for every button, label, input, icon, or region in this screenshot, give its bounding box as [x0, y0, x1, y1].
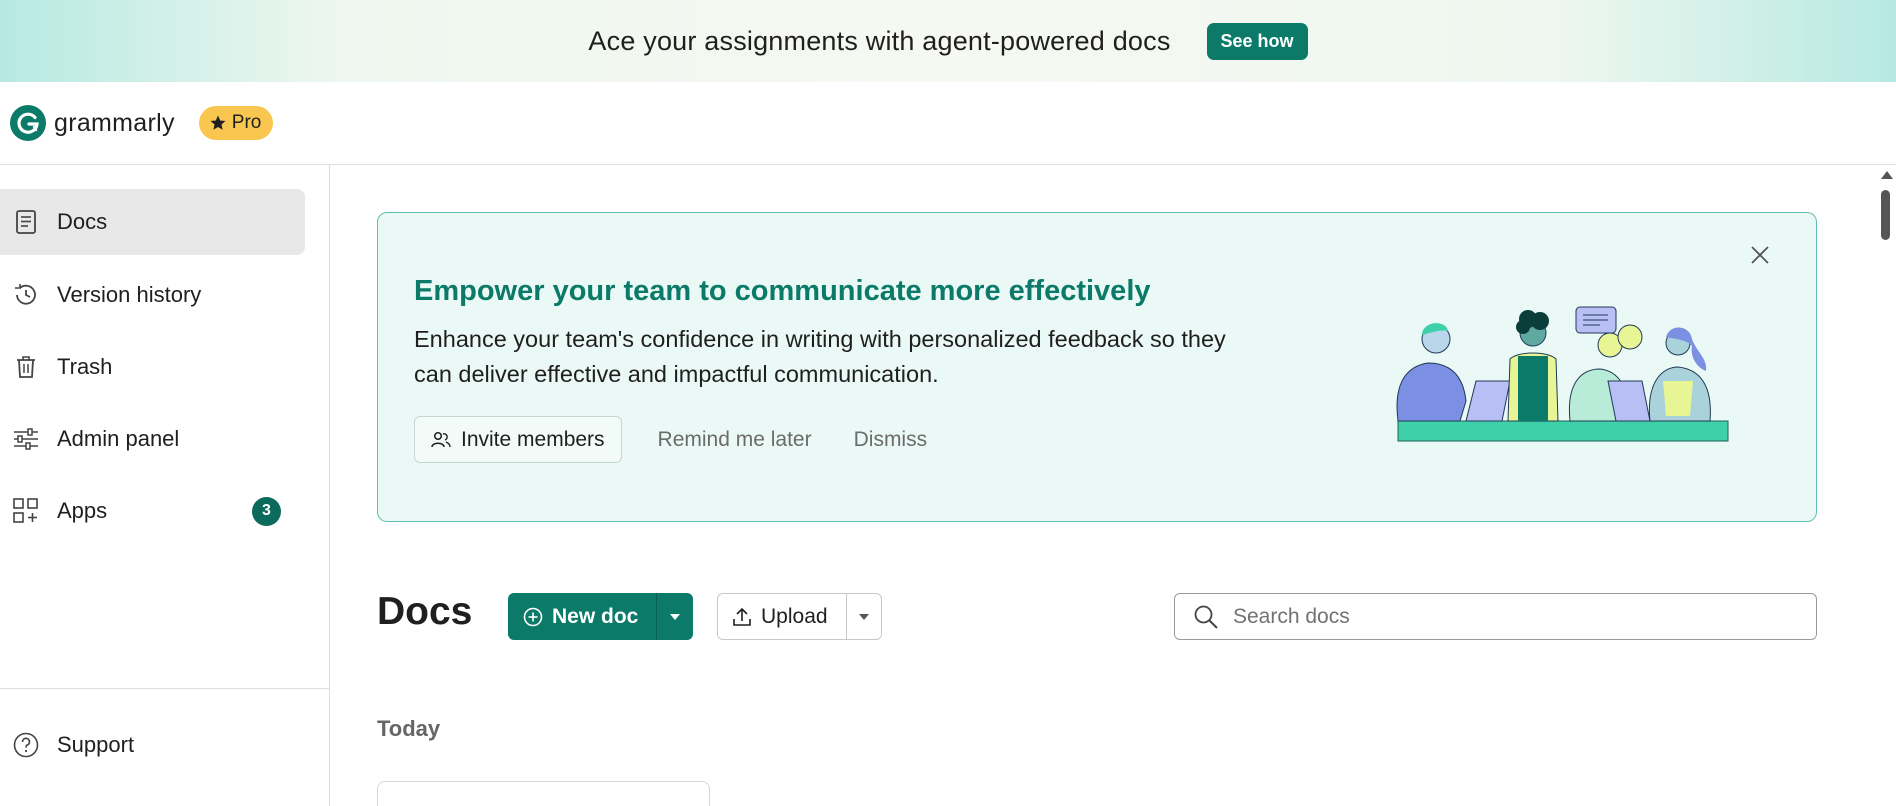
- sidebar-item-support[interactable]: Support: [0, 712, 305, 778]
- history-icon: [13, 282, 39, 308]
- sliders-icon: [13, 426, 39, 452]
- sidebar-item-admin-panel[interactable]: Admin panel: [0, 406, 305, 472]
- invite-members-label: Invite members: [461, 427, 605, 451]
- pro-badge[interactable]: Pro: [198, 106, 274, 140]
- sidebar-item-label: Trash: [57, 354, 113, 379]
- grammarly-logo[interactable]: grammarly: [10, 105, 175, 141]
- sidebar-divider: [0, 688, 330, 689]
- promo-description: Enhance your team's confidence in writin…: [414, 326, 1226, 387]
- document-icon: [13, 209, 39, 235]
- app-header: grammarly Pro: [0, 82, 1896, 165]
- search-icon: [1194, 605, 1218, 629]
- banner-message: Ace your assignments with agent-powered …: [588, 25, 1171, 56]
- invite-members-button[interactable]: Invite members: [414, 416, 622, 463]
- new-doc-dropdown-button[interactable]: [657, 593, 693, 640]
- promo-title: Empower your team to communicate more ef…: [414, 275, 1151, 307]
- remind-later-button[interactable]: Remind me later: [652, 428, 818, 452]
- people-icon: [431, 431, 451, 447]
- main-content: Empower your team to communicate more ef…: [331, 165, 1876, 806]
- team-promo-card: Empower your team to communicate more ef…: [377, 212, 1817, 522]
- upload-button[interactable]: Upload: [718, 594, 848, 639]
- upload-split-button: Upload: [717, 593, 882, 640]
- doc-card[interactable]: [377, 781, 710, 806]
- promo-banner: Ace your assignments with agent-powered …: [0, 0, 1896, 82]
- brand-name: grammarly: [54, 108, 175, 137]
- sidebar-item-label: Support: [57, 732, 135, 757]
- apps-count-badge: 3: [252, 496, 281, 526]
- trash-icon: [13, 354, 39, 380]
- sidebar-item-trash[interactable]: Trash: [0, 334, 305, 400]
- sidebar-item-label: Apps: [57, 498, 108, 523]
- page-title: Docs: [377, 590, 473, 633]
- grammarly-logo-icon: [10, 105, 46, 141]
- upload-icon: [733, 607, 751, 626]
- sidebar-item-version-history[interactable]: Version history: [0, 262, 305, 328]
- search-box: [1174, 593, 1817, 640]
- search-input[interactable]: [1233, 604, 1793, 629]
- help-icon: [13, 732, 39, 758]
- sidebar-item-docs[interactable]: Docs: [0, 189, 305, 255]
- apps-icon: [13, 498, 39, 524]
- scrollbar-thumb[interactable]: [1881, 190, 1890, 240]
- new-doc-label: New doc: [552, 604, 639, 628]
- star-icon: [210, 115, 226, 130]
- upload-label: Upload: [761, 604, 828, 628]
- scrollbar[interactable]: [1876, 165, 1896, 806]
- section-heading-today: Today: [377, 716, 441, 741]
- sidebar-item-label: Version history: [57, 282, 202, 307]
- scroll-up-arrow-icon[interactable]: [1881, 171, 1893, 179]
- new-doc-split-button: New doc: [508, 593, 693, 640]
- promo-actions: Invite members Remind me later Dismiss: [414, 416, 933, 463]
- close-icon[interactable]: [1748, 243, 1772, 267]
- upload-dropdown-button[interactable]: [847, 594, 881, 639]
- sidebar-item-label: Docs: [57, 209, 108, 234]
- sidebar: Docs Version history Trash Admin panel A…: [0, 165, 330, 806]
- plus-circle-icon: [523, 607, 543, 626]
- see-how-button[interactable]: See how: [1206, 22, 1308, 60]
- caret-down-icon: [859, 613, 870, 620]
- sidebar-item-apps[interactable]: Apps 3: [0, 478, 305, 544]
- caret-down-icon: [670, 613, 680, 620]
- new-doc-button[interactable]: New doc: [508, 593, 657, 640]
- sidebar-item-label: Admin panel: [57, 426, 180, 451]
- team-illustration: [1396, 306, 1729, 442]
- dismiss-button[interactable]: Dismiss: [848, 428, 934, 452]
- pro-badge-label: Pro: [231, 112, 262, 133]
